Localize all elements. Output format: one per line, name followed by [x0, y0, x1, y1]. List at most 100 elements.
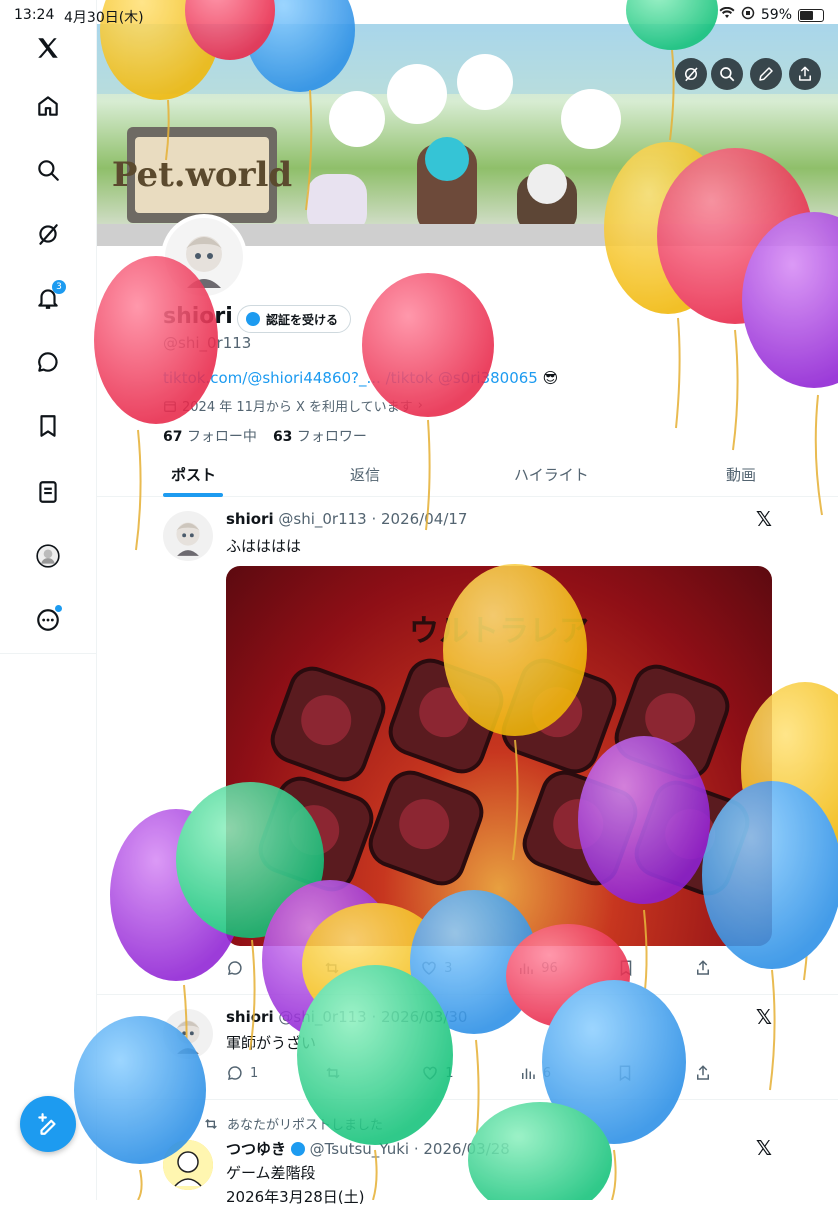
share-icon — [696, 1065, 709, 1080]
post-2[interactable]: shiori @shi_0r113 · 2026/03/30 𝕏 軍師がうざい … — [97, 995, 838, 1100]
bookmark-icon — [620, 1065, 631, 1082]
avatar-icon[interactable] — [26, 534, 70, 578]
post-media[interactable]: ウルトラレア — [226, 566, 772, 946]
post-avatar[interactable] — [163, 511, 213, 561]
repost-note-text: あなたがリポストしました — [227, 1118, 384, 1133]
post-header: つつゆき @Tsutsu_Yuki · 2026/03/28 — [226, 1138, 510, 1159]
post-handle-date: @Tsutsu_Yuki · 2026/03/28 — [309, 1140, 510, 1158]
post-author[interactable]: shiori — [226, 510, 274, 528]
following-link[interactable]: 67 フォロー中 — [163, 426, 257, 446]
more-dot-badge — [55, 605, 62, 612]
tab-replies[interactable]: 返信 — [350, 464, 380, 485]
feather-plus-icon — [38, 1113, 56, 1135]
repost-note: あなたがリポストしました — [203, 1114, 383, 1133]
tab-posts[interactable]: ポスト — [171, 464, 216, 485]
profile-bio: tiktok.com/@shiori44860?_... /tiktok @s0… — [163, 369, 558, 387]
x-logo-icon: 𝕏 — [755, 507, 772, 531]
post-handle-date: @shi_0r113 · 2026/04/17 — [278, 510, 468, 528]
chat-icon[interactable] — [26, 340, 70, 384]
reply-icon — [227, 961, 242, 976]
bookmark-button[interactable] — [617, 959, 635, 977]
post-text-line2: 2026年3月28日(土) — [226, 1188, 365, 1206]
post-author[interactable]: shiori — [226, 1008, 274, 1026]
like-button[interactable]: 1 — [421, 1064, 459, 1082]
avatar-icon — [175, 1020, 201, 1054]
tab-highlights[interactable]: ハイライト — [514, 464, 589, 485]
post-actions: 1 1 6 — [226, 1064, 712, 1082]
post-text: ふはははは — [226, 537, 302, 555]
repost-button[interactable] — [324, 1064, 362, 1082]
profile-tabs: ポスト 返信 ハイライト 動画 — [97, 450, 838, 497]
post-1[interactable]: shiori @shi_0r113 · 2026/04/17 𝕏 ふはははは ウ… — [97, 497, 838, 995]
bio-emoji: 😎 — [542, 369, 559, 387]
chevron-right-icon[interactable]: › — [418, 398, 423, 413]
edit-button[interactable] — [750, 58, 782, 90]
post-avatar[interactable] — [163, 1140, 213, 1190]
share-icon — [799, 66, 811, 81]
bio-link[interactable]: tiktok.com/@shiori44860?_... /tiktok @s0… — [163, 369, 538, 387]
search-profile-button[interactable] — [711, 58, 743, 90]
list-icon[interactable] — [26, 470, 70, 514]
post-header: shiori @shi_0r113 · 2026/04/17 — [226, 510, 467, 528]
media-title: ウルトラレア — [409, 614, 589, 649]
battery-percent: 59% — [760, 7, 792, 23]
sidebar: 3 — [0, 0, 97, 1200]
more-icon[interactable] — [26, 598, 70, 642]
verified-badge-icon — [290, 1142, 305, 1156]
grok-banner-button[interactable] — [675, 58, 707, 90]
get-verified-button[interactable]: 認証を受ける — [237, 305, 352, 333]
search-icon — [720, 67, 735, 82]
post-author[interactable]: つつゆき — [226, 1140, 286, 1158]
reply-button[interactable] — [226, 959, 264, 977]
chart-icon — [520, 963, 533, 974]
bookmark-icon[interactable] — [26, 404, 70, 448]
reply-icon — [227, 1066, 242, 1081]
x-logo-icon: 𝕏 — [755, 1005, 772, 1029]
home-icon[interactable] — [26, 84, 70, 128]
profile-name: shiori — [163, 304, 233, 329]
tab-videos[interactable]: 動画 — [726, 464, 756, 485]
share-icon — [696, 960, 709, 975]
share-button[interactable] — [789, 58, 821, 90]
views-button[interactable]: 96 — [517, 959, 558, 977]
heart-icon — [423, 1066, 437, 1080]
repost-icon — [325, 962, 339, 974]
x-logo-icon: 𝕏 — [755, 1136, 772, 1160]
get-verified-label: 認証を受ける — [266, 312, 339, 327]
calendar-icon — [164, 400, 176, 412]
search-icon[interactable] — [26, 148, 70, 192]
sidebar-divider — [0, 653, 96, 654]
grok-icon — [685, 67, 698, 82]
avatar-icon — [185, 236, 223, 288]
status-right: 59% — [719, 6, 824, 24]
bell-icon[interactable]: 3 — [26, 276, 70, 320]
status-bar: 13:24 4月30日(木) 59% — [0, 0, 838, 30]
compose-post-button[interactable] — [20, 1096, 76, 1152]
repost-button[interactable] — [323, 959, 361, 977]
post-avatar[interactable] — [163, 1009, 213, 1059]
post-actions: 3 96 — [226, 959, 712, 977]
bookmark-button[interactable] — [616, 1064, 634, 1082]
status-time: 13:24 — [14, 7, 55, 23]
profile-avatar[interactable] — [161, 214, 247, 300]
profile-joined: 2024 年 11月から X を利用しています › — [163, 396, 423, 415]
views-button[interactable]: 6 — [519, 1064, 557, 1082]
grok-icon[interactable] — [26, 212, 70, 256]
heart-icon — [422, 961, 436, 975]
x-logo-icon[interactable] — [26, 26, 70, 70]
post-handle-date: @shi_0r113 · 2026/03/30 — [278, 1008, 468, 1026]
profile-handle: @shi_0r113 — [163, 334, 252, 352]
reply-button[interactable]: 1 — [226, 1064, 264, 1082]
avatar-icon — [175, 522, 201, 556]
post-text: 軍師がうざい — [226, 1034, 317, 1052]
share-post-button[interactable] — [694, 959, 712, 977]
pencil-icon — [759, 67, 773, 81]
post-3[interactable]: あなたがリポストしました つつゆき @Tsutsu_Yuki · 2026/03… — [97, 1100, 838, 1206]
verified-badge-icon — [246, 312, 260, 326]
profile-banner[interactable]: Pet.world — [97, 24, 838, 246]
repost-icon — [326, 1067, 340, 1079]
repost-icon — [205, 1118, 217, 1129]
followers-link[interactable]: 63 フォロワー — [273, 426, 367, 446]
like-button[interactable]: 3 — [420, 959, 458, 977]
share-post-button[interactable] — [694, 1064, 712, 1082]
